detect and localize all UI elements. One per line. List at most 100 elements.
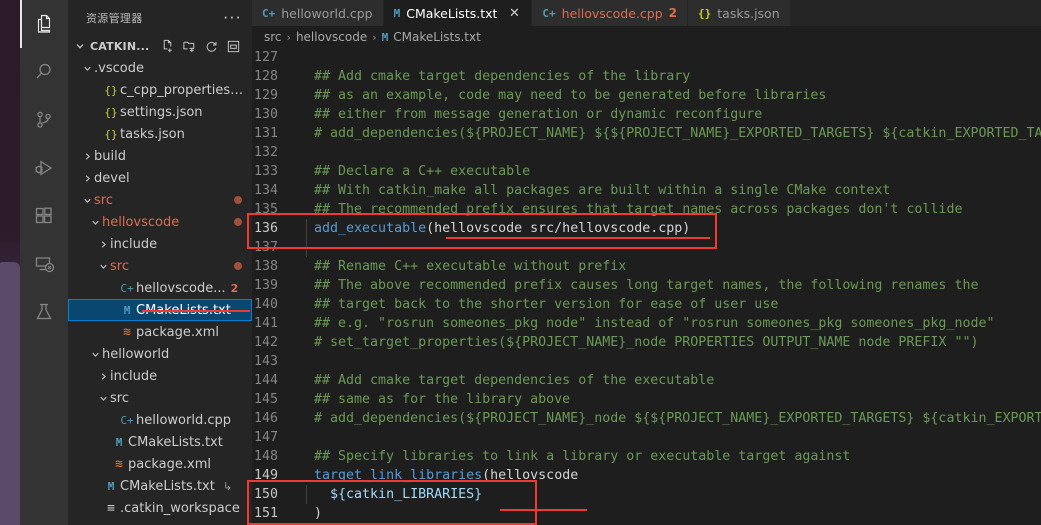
line-number: 134 bbox=[253, 183, 278, 198]
close-icon[interactable]: ✕ bbox=[507, 7, 521, 20]
code-line-text: ## same as for the library above bbox=[298, 390, 1041, 409]
tree-item-label: include bbox=[110, 368, 158, 384]
tree-item-tasks-json[interactable]: {} tasks.json bbox=[68, 123, 252, 145]
tree-item-label: helloworld bbox=[102, 346, 170, 362]
tree-item-include[interactable]: include bbox=[68, 365, 252, 387]
tree-item--vscode[interactable]: .vscode bbox=[68, 57, 252, 79]
code-line-text: # add_dependencies(${PROJECT_NAME}_node … bbox=[298, 409, 1041, 428]
explorer-folder-section-header[interactable]: CATKIN... bbox=[68, 35, 252, 57]
source-control-icon bbox=[32, 108, 56, 132]
explorer-actions bbox=[157, 36, 243, 56]
tree-item-label: hellovscode bbox=[102, 214, 180, 230]
code-line-127: 127 bbox=[252, 48, 1041, 67]
activity-bar-item-search[interactable] bbox=[20, 48, 68, 96]
tree-item-src[interactable]: src bbox=[68, 387, 252, 409]
tree-item-settings-json[interactable]: {} settings.json bbox=[68, 101, 252, 123]
breadcrumb[interactable]: src › hellovscode › M CMakeLists.txt bbox=[252, 26, 1041, 48]
editor-tab-hellovscode-cpp[interactable]: C+ hellovscode.cpp 2 bbox=[532, 0, 689, 26]
activity-bar-item-explorer[interactable] bbox=[20, 0, 68, 48]
tree-item-label: hellovscode... bbox=[136, 280, 226, 296]
code-token: (hellovscode bbox=[482, 468, 579, 483]
code-line-text: ## Add cmake target dependencies of the … bbox=[298, 67, 1041, 86]
code-line-142: 142 # set_target_properties(${PROJECT_NA… bbox=[252, 333, 1041, 352]
activity-bar-item-testing[interactable] bbox=[20, 288, 68, 336]
new-file-icon[interactable] bbox=[157, 36, 177, 56]
file-tree[interactable]: .vscode {} c_cpp_properties.js...{} setting… bbox=[68, 57, 252, 525]
activity-bar-item-source-control[interactable] bbox=[20, 96, 68, 144]
tree-item-label: CMakeLists.txt bbox=[136, 302, 231, 318]
tree-item-build[interactable]: build bbox=[68, 145, 252, 167]
line-number: 129 bbox=[253, 88, 278, 103]
code-line-136: 136 add_executable(hellovscode src/hello… bbox=[252, 219, 1041, 238]
breadcrumb-part[interactable]: hellovscode bbox=[296, 30, 367, 44]
editor-tab-tasks-json[interactable]: {} tasks.json bbox=[688, 0, 791, 26]
code-editor[interactable]: 127 128 ## Add cmake target dependencies … bbox=[252, 48, 1041, 525]
code-line-text: ## The above recommended prefix causes l… bbox=[298, 276, 1041, 295]
tree-item-devel[interactable]: devel bbox=[68, 167, 252, 189]
json-file-icon: {} bbox=[104, 105, 118, 119]
breadcrumb-part[interactable]: src bbox=[264, 30, 282, 44]
line-number: 141 bbox=[253, 316, 278, 331]
new-folder-icon[interactable] bbox=[179, 36, 199, 56]
collapse-all-icon[interactable] bbox=[223, 36, 243, 56]
tree-item-package-xml[interactable]: ≋ package.xml bbox=[68, 321, 252, 343]
background-window-panel bbox=[0, 262, 20, 525]
activity-bar-item-extensions[interactable] bbox=[20, 192, 68, 240]
code-line-148: 148 ## Specify libraries to link a libra… bbox=[252, 447, 1041, 466]
code-line-text: ## either from message generation or dyn… bbox=[298, 105, 1041, 124]
tree-item-label: include bbox=[110, 236, 158, 252]
code-line-144: 144 ## Add cmake target dependencies of … bbox=[252, 371, 1041, 390]
activity-bar-item-remote-explorer[interactable] bbox=[20, 240, 68, 288]
editor-tab-label: tasks.json bbox=[717, 5, 780, 21]
tree-item-src[interactable]: src bbox=[68, 189, 252, 211]
tree-item-cmakelists-txt[interactable]: M CMakeLists.txt bbox=[68, 299, 252, 321]
code-line-145: 145 ## same as for the library above bbox=[252, 390, 1041, 409]
tree-item-hellovscode[interactable]: hellovscode bbox=[68, 211, 252, 233]
line-number: 139 bbox=[253, 278, 278, 293]
breadcrumb-file[interactable]: CMakeLists.txt bbox=[393, 30, 481, 44]
tree-item-helloworld-cpp[interactable]: C+ helloworld.cpp bbox=[68, 409, 252, 431]
line-number: 137 bbox=[253, 240, 278, 255]
explorer-more-actions-icon[interactable]: ··· bbox=[223, 10, 242, 25]
tree-item-cmakelists-txt[interactable]: M CMakeLists.txt bbox=[68, 431, 252, 453]
editor-tab-helloworld-cpp[interactable]: C+ helloworld.cpp bbox=[252, 0, 384, 26]
code-token: (hellovscode src/hellovscode.cpp) bbox=[426, 221, 691, 236]
code-line-134: 134 ## With catkin_make all packages are… bbox=[252, 181, 1041, 200]
tree-item-package-xml[interactable]: ≋ package.xml bbox=[68, 453, 252, 475]
code-line-146: 146 # add_dependencies(${PROJECT_NAME}_n… bbox=[252, 409, 1041, 428]
tree-item-hellovscode-[interactable]: C+ hellovscode... 2 bbox=[68, 277, 252, 299]
chevron-down-icon bbox=[72, 40, 88, 52]
line-number: 144 bbox=[253, 373, 278, 388]
code-line-text: add_executable(hellovscode src/hellovsco… bbox=[298, 219, 1041, 238]
code-line-text: ## as an example, code may need to be ge… bbox=[298, 86, 1041, 105]
editor-tab-cmakelists-txt[interactable]: M CMakeLists.txt ✕ bbox=[383, 0, 533, 26]
code-token: ## e.g. "rosrun someones_pkg node" inste… bbox=[298, 316, 995, 331]
tree-item-label: package.xml bbox=[136, 324, 219, 340]
tree-item-include[interactable]: include bbox=[68, 233, 252, 255]
line-number: 132 bbox=[253, 145, 278, 160]
json-file-icon: {} bbox=[698, 6, 712, 20]
editor-tab-bar[interactable]: C+ helloworld.cpp M CMakeLists.txt ✕ C+ hellov… bbox=[252, 0, 1041, 26]
code-token: ) bbox=[298, 506, 323, 521]
indent-guide bbox=[306, 238, 307, 257]
tree-item-cmakelists-txt[interactable]: M CMakeLists.txt ↳ bbox=[68, 475, 252, 497]
tree-item-c-cpp-properties-js-[interactable]: {} c_cpp_properties.js... bbox=[68, 79, 252, 101]
code-line-151: 151 ) bbox=[252, 504, 1041, 523]
activity-bar-item-run-debug[interactable] bbox=[20, 144, 68, 192]
chevron-right-icon bbox=[80, 151, 94, 162]
code-line-text: ## target back to the shorter version fo… bbox=[298, 295, 1041, 314]
json-file-icon: {} bbox=[104, 127, 118, 141]
tree-item-label: CMakeLists.txt bbox=[128, 434, 223, 450]
line-number: 150 bbox=[253, 487, 278, 502]
tree-item-label: .vscode bbox=[94, 60, 144, 76]
refresh-icon[interactable] bbox=[201, 36, 221, 56]
code-line-text: ## e.g. "rosrun someones_pkg node" inste… bbox=[298, 314, 1041, 333]
tree-item-label: CMakeLists.txt bbox=[120, 478, 215, 494]
code-line-text: ## Add cmake target dependencies of the … bbox=[298, 371, 1041, 390]
line-number: 146 bbox=[253, 411, 278, 426]
tree-item-helloworld[interactable]: helloworld bbox=[68, 343, 252, 365]
remote-explorer-icon bbox=[32, 252, 56, 276]
tree-item--catkin-workspace[interactable]: ≡ .catkin_workspace bbox=[68, 497, 252, 519]
tree-item-problem-badge: 2 bbox=[230, 281, 239, 295]
tree-item-src[interactable]: src bbox=[68, 255, 252, 277]
